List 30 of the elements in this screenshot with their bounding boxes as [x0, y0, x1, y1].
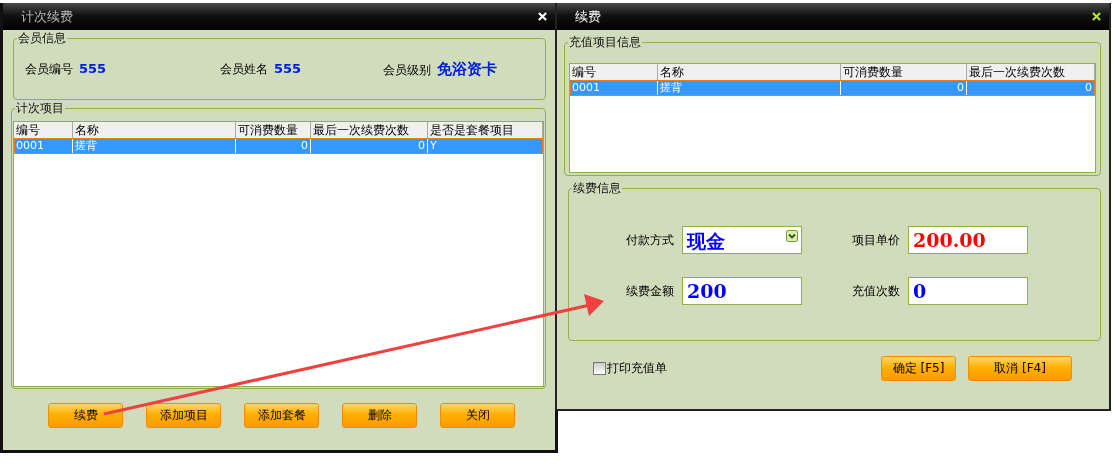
field-label: 会员级别: [383, 61, 431, 79]
action-button[interactable]: 删除: [342, 403, 417, 428]
field-label: 续费金额: [625, 282, 674, 300]
window-title: 计次续费: [21, 7, 73, 26]
group-title: 计次项目: [15, 101, 65, 116]
group-title: 会员信息: [17, 31, 67, 46]
print-checkbox[interactable]: 打印充值单: [593, 360, 667, 377]
action-button[interactable]: 续费: [48, 403, 123, 428]
input-field[interactable]: 200.00: [908, 226, 1028, 254]
dropdown-arrow-icon[interactable]: [786, 230, 798, 242]
action-button[interactable]: 添加套餐: [244, 403, 319, 428]
action-button[interactable]: 添加项目: [146, 403, 221, 428]
close-icon[interactable]: [1092, 12, 1101, 21]
field-value: 免浴资卡: [437, 59, 497, 79]
field-label: 会员编号: [25, 60, 73, 78]
input-field[interactable]: 200: [682, 277, 802, 305]
dropdown-field[interactable]: 现金: [682, 226, 802, 254]
action-button[interactable]: 关闭: [440, 403, 515, 428]
window-title: 续费: [575, 7, 601, 26]
group-title: 充值项目信息: [568, 35, 642, 50]
field-label: 充值次数: [851, 282, 900, 300]
input-field[interactable]: 0: [908, 277, 1028, 305]
group-title: 续费信息: [572, 181, 622, 196]
action-button[interactable]: 取消 [F4]: [968, 356, 1072, 381]
field-label: 会员姓名: [220, 60, 268, 78]
field-label: 付款方式: [625, 231, 674, 249]
field-label: 项目单价: [851, 231, 900, 249]
action-button[interactable]: 确定 [F5]: [881, 356, 956, 381]
field-value: 555: [79, 60, 107, 76]
field-value: 555: [274, 60, 302, 76]
